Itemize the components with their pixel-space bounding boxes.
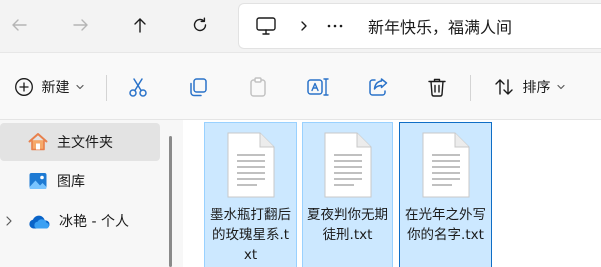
address-row: 新年快乐，福满人间 (0, 0, 601, 52)
file-view: 墨水瓶打翻后的玫瑰星系.txt 夏夜判你无期徒刑.txt 在光年之外写你的名字.… (183, 120, 601, 267)
refresh-icon (193, 17, 207, 32)
nav-item-label: 冰艳 - 个人 (59, 214, 129, 230)
address-box[interactable]: 新年快乐，福满人间 (238, 3, 601, 49)
text-file-icon (227, 132, 274, 198)
onedrive-cloud-icon (29, 215, 50, 229)
scissors-icon (129, 78, 147, 97)
new-button-label: 新建 (41, 80, 70, 96)
text-file-icon (324, 132, 371, 198)
nav-item-onedrive[interactable]: 冰艳 - 个人 (0, 202, 160, 240)
back-button[interactable] (2, 8, 36, 42)
delete-button[interactable] (419, 69, 455, 105)
this-pc-crumb[interactable] (255, 4, 277, 48)
file-explorer-window: 新年快乐，福满人间 新建 排序 主文件夹 图库 冰艳 - 个人 墨水瓶打翻后的玫… (0, 0, 601, 267)
trash-icon (428, 78, 446, 97)
file-item[interactable]: 在光年之外写你的名字.txt (399, 122, 492, 267)
cut-button[interactable] (120, 69, 156, 105)
copy-icon (190, 78, 207, 97)
breadcrumb-overflow[interactable] (327, 4, 343, 48)
rename-icon (307, 78, 329, 96)
file-name: 墨水瓶打翻后的玫瑰星系.txt (210, 207, 291, 263)
sort-button-label: 排序 (522, 80, 551, 96)
more-horizontal-icon (327, 24, 343, 28)
file-name: 夏夜判你无期徒刑.txt (307, 207, 388, 243)
arrow-left-icon (12, 19, 27, 31)
clipboard-icon (250, 77, 266, 97)
share-button[interactable] (360, 69, 396, 105)
gallery-icon (29, 173, 47, 189)
file-item[interactable]: 夏夜判你无期徒刑.txt (302, 122, 393, 267)
toolbar-divider (470, 75, 471, 101)
nav-item-home[interactable]: 主文件夹 (0, 123, 160, 161)
new-button[interactable]: 新建 (8, 69, 90, 105)
up-button[interactable] (123, 8, 157, 42)
forward-button[interactable] (64, 8, 98, 42)
arrow-up-icon (134, 18, 146, 33)
arrow-right-icon (73, 19, 88, 31)
share-icon (369, 78, 388, 96)
plus-circle-icon (14, 78, 33, 96)
breadcrumb-separator[interactable] (299, 4, 309, 48)
expand-chevron-icon[interactable] (4, 215, 14, 227)
chevron-down-icon (556, 84, 565, 90)
text-file-icon (422, 132, 469, 198)
nav-item-gallery[interactable]: 图库 (0, 162, 160, 200)
current-folder-crumb[interactable]: 新年快乐，福满人间 (368, 4, 512, 48)
chevron-down-icon (75, 84, 84, 90)
file-item[interactable]: 墨水瓶打翻后的玫瑰星系.txt (204, 122, 297, 267)
toolbar-divider (106, 75, 107, 101)
navigation-pane: 主文件夹 图库 冰艳 - 个人 (0, 120, 183, 267)
home-icon (28, 133, 48, 151)
nav-pane-scrollbar[interactable] (169, 136, 172, 267)
sort-button[interactable]: 排序 (484, 69, 574, 105)
nav-item-label: 主文件夹 (57, 135, 113, 151)
sort-arrows-icon (494, 79, 513, 95)
rename-button[interactable] (300, 69, 336, 105)
copy-button[interactable] (180, 69, 216, 105)
nav-item-label: 图库 (57, 174, 85, 190)
command-bar: 新建 排序 (0, 52, 601, 120)
chevron-right-icon (301, 21, 307, 31)
paste-button[interactable] (240, 69, 276, 105)
refresh-button[interactable] (183, 8, 217, 42)
file-name: 在光年之外写你的名字.txt (405, 207, 486, 243)
monitor-icon (256, 17, 276, 35)
